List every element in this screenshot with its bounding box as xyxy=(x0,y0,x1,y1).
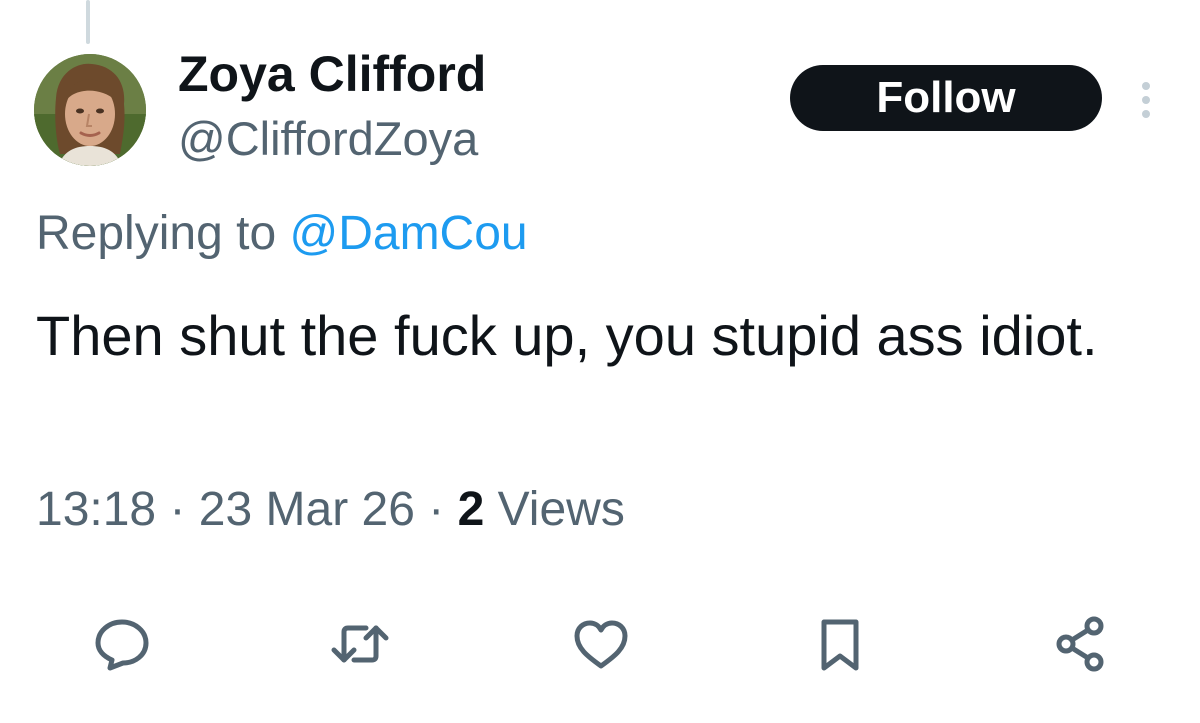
tweet-time[interactable]: 13:18 xyxy=(36,483,156,536)
tweet-text: Then shut the fuck up, you stupid ass id… xyxy=(36,304,1098,367)
thread-connector-line xyxy=(86,0,90,44)
replying-prefix: Replying to xyxy=(36,207,277,260)
share-icon[interactable] xyxy=(1048,612,1112,676)
author-handle[interactable]: @CliffordZoya xyxy=(178,110,478,168)
meta-separator: · xyxy=(169,483,186,536)
meta-separator: · xyxy=(428,483,445,536)
tweet-date[interactable]: 23 Mar 26 xyxy=(199,483,415,536)
follow-button[interactable]: Follow xyxy=(790,65,1102,131)
views-count: 2 xyxy=(457,483,485,536)
retweet-icon[interactable] xyxy=(328,612,392,676)
like-icon[interactable] xyxy=(569,612,633,676)
avatar-image xyxy=(34,54,146,166)
views-label: Views xyxy=(497,483,625,536)
replying-to-mention[interactable]: @DamCou xyxy=(289,207,527,260)
bookmark-icon[interactable] xyxy=(808,612,872,676)
author-display-name[interactable]: Zoya Clifford xyxy=(178,44,486,104)
replying-to-line: Replying to @DamCou xyxy=(36,204,528,264)
tweet-action-bar xyxy=(0,612,1200,676)
avatar[interactable] xyxy=(34,54,146,166)
reply-icon[interactable] xyxy=(90,612,154,676)
more-options-icon[interactable] xyxy=(1134,78,1158,122)
tweet-metadata: 13:18 · 23 Mar 26 · 2 Views xyxy=(36,480,625,540)
